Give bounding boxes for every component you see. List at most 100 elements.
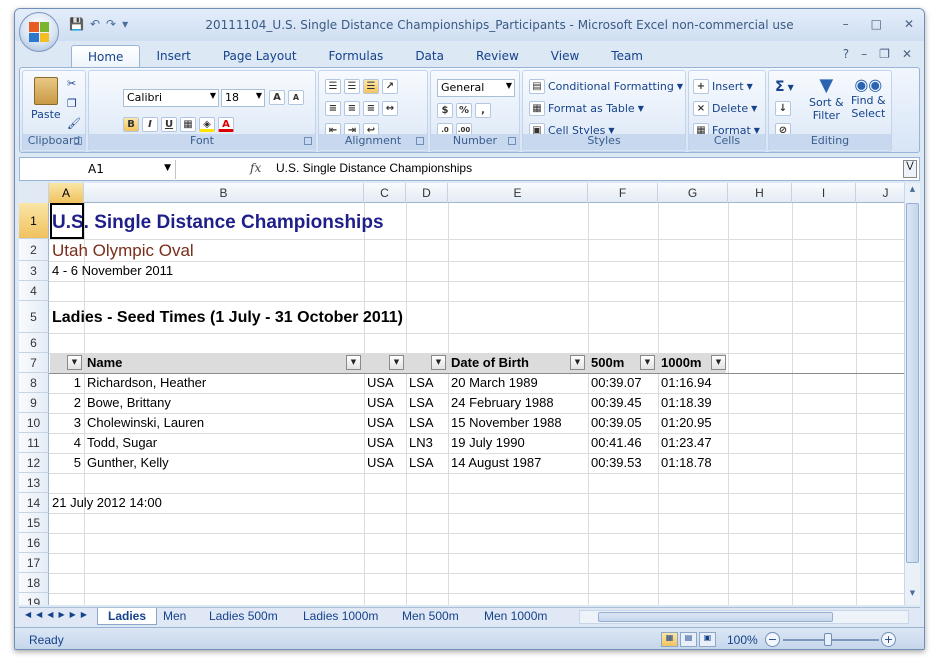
currency-button[interactable]: $ xyxy=(437,103,453,118)
filter-dropdown-icon[interactable]: ▼ xyxy=(67,355,82,370)
sheet-tab-ladies-1000m[interactable]: Ladies 1000m xyxy=(293,608,388,625)
table-cell-500m[interactable]: 00:39.53 xyxy=(591,453,642,473)
sheet-tab-ladies-500m[interactable]: Ladies 500m xyxy=(199,608,288,625)
horizontal-scrollbar[interactable] xyxy=(579,610,909,624)
row-header[interactable]: 19 xyxy=(19,593,49,605)
zoom-slider-handle[interactable] xyxy=(824,633,832,646)
table-cell-name[interactable]: Cholewinski, Lauren xyxy=(87,413,204,433)
filter-dropdown-icon[interactable]: ▼ xyxy=(711,355,726,370)
paste-button[interactable]: Paste xyxy=(31,77,61,121)
formula-input[interactable]: U.S. Single Distance Championships xyxy=(276,161,472,175)
grow-font-icon[interactable]: A xyxy=(269,90,285,105)
row-header[interactable]: 14 xyxy=(19,493,49,513)
table-cell-500m[interactable]: 00:39.07 xyxy=(591,373,642,393)
copy-icon[interactable]: ❐ xyxy=(67,97,77,110)
table-cell-500m[interactable]: 00:39.45 xyxy=(591,393,642,413)
col-header-b[interactable]: B xyxy=(84,183,364,203)
col-header-g[interactable]: G xyxy=(658,183,728,203)
table-cell-dob[interactable]: 14 August 1987 xyxy=(451,453,541,473)
table-cell-country[interactable]: USA xyxy=(367,373,394,393)
table-cell-club[interactable]: LN3 xyxy=(409,433,433,453)
venue-text[interactable]: Utah Olympic Oval xyxy=(52,240,194,262)
col-header-a[interactable]: A xyxy=(49,183,84,203)
tab-page-layout[interactable]: Page Layout xyxy=(207,45,313,67)
row-header[interactable]: 8 xyxy=(19,373,49,393)
timestamp-text[interactable]: 21 July 2012 14:00 xyxy=(52,493,162,513)
row-header[interactable]: 9 xyxy=(19,393,49,413)
expand-formula-bar-icon[interactable]: ⋁ xyxy=(903,160,917,178)
table-cell-country[interactable]: USA xyxy=(367,393,394,413)
font-color-icon[interactable]: A xyxy=(218,117,234,132)
name-box[interactable]: A1 ▼ xyxy=(24,160,176,179)
zoom-in-icon[interactable]: + xyxy=(881,632,896,647)
row-header[interactable]: 6 xyxy=(19,333,49,353)
table-cell-dob[interactable]: 24 February 1988 xyxy=(451,393,554,413)
row-header[interactable]: 17 xyxy=(19,553,49,573)
table-cell-num[interactable]: 4 xyxy=(50,433,81,453)
scroll-up-icon[interactable]: ▲ xyxy=(905,185,920,199)
table-cell-club[interactable]: LSA xyxy=(409,373,434,393)
dates-text[interactable]: 4 - 6 November 2011 xyxy=(52,261,173,281)
shrink-font-icon[interactable]: A xyxy=(288,90,304,105)
row-header[interactable]: 5 xyxy=(19,301,49,333)
sheet-navigation-icons[interactable]: ◀◀◀▶▶▶ xyxy=(25,610,92,619)
row-header[interactable]: 16 xyxy=(19,533,49,553)
conditional-formatting-button[interactable]: ▤ Conditional Formatting ▼ xyxy=(529,79,683,94)
filter-dropdown-icon[interactable]: ▼ xyxy=(431,355,446,370)
sort-filter-button[interactable]: ▼ Sort & Filter xyxy=(809,75,844,122)
row-header[interactable]: 10 xyxy=(19,413,49,433)
table-cell-1000m[interactable]: 01:20.95 xyxy=(661,413,712,433)
table-cell-num[interactable]: 1 xyxy=(50,373,81,393)
row-header[interactable]: 3 xyxy=(19,261,49,281)
align-bottom-icon[interactable]: ☰ xyxy=(363,79,379,94)
sheet-tab-men-1000m[interactable]: Men 1000m xyxy=(474,608,557,625)
table-cell-1000m[interactable]: 01:18.78 xyxy=(661,453,712,473)
tab-review[interactable]: Review xyxy=(460,45,535,67)
workbook-close-icon[interactable]: ✕ xyxy=(902,47,912,61)
zoom-level[interactable]: 100% xyxy=(727,633,758,647)
dialog-launcher-icon[interactable] xyxy=(416,137,424,145)
borders-icon[interactable]: ▦ xyxy=(180,117,196,132)
table-cell-country[interactable]: USA xyxy=(367,413,394,433)
autosum-button[interactable]: Σ ▼ xyxy=(775,79,794,95)
fill-color-icon[interactable]: ◈ xyxy=(199,117,215,132)
page-layout-view-icon[interactable]: ▤ xyxy=(680,632,697,647)
header-1000m[interactable]: 1000m xyxy=(661,353,701,373)
row-header[interactable]: 15 xyxy=(19,513,49,533)
row-header[interactable]: 1 xyxy=(19,203,49,239)
col-header-e[interactable]: E xyxy=(448,183,588,203)
workbook-restore-icon[interactable]: ❐ xyxy=(879,47,890,61)
dialog-launcher-icon[interactable] xyxy=(508,137,516,145)
fill-button[interactable]: ↓ xyxy=(775,101,791,116)
workbook-minimize-icon[interactable]: – xyxy=(861,47,867,61)
table-cell-500m[interactable]: 00:41.46 xyxy=(591,433,642,453)
filter-dropdown-icon[interactable]: ▼ xyxy=(570,355,585,370)
header-500m[interactable]: 500m xyxy=(591,353,624,373)
filter-dropdown-icon[interactable]: ▼ xyxy=(389,355,404,370)
format-painter-icon[interactable]: 🖌 xyxy=(67,117,81,130)
sheet-tab-men-500m[interactable]: Men 500m xyxy=(392,608,469,625)
table-cell-country[interactable]: USA xyxy=(367,453,394,473)
table-cell-club[interactable]: LSA xyxy=(409,413,434,433)
vertical-scrollbar[interactable]: ▲ ▼ xyxy=(904,183,920,605)
row-header[interactable]: 12 xyxy=(19,453,49,473)
table-cell-1000m[interactable]: 01:23.47 xyxy=(661,433,712,453)
col-header-j[interactable]: J xyxy=(856,183,904,203)
tab-formulas[interactable]: Formulas xyxy=(313,45,400,67)
filter-dropdown-icon[interactable]: ▼ xyxy=(346,355,361,370)
row-header[interactable]: 13 xyxy=(19,473,49,493)
table-cell-500m[interactable]: 00:39.05 xyxy=(591,413,642,433)
scroll-down-icon[interactable]: ▼ xyxy=(905,589,920,603)
table-cell-dob[interactable]: 15 November 1988 xyxy=(451,413,562,433)
col-header-c[interactable]: C xyxy=(364,183,406,203)
tab-insert[interactable]: Insert xyxy=(140,45,206,67)
scroll-thumb[interactable] xyxy=(598,612,833,622)
normal-view-icon[interactable]: ▦ xyxy=(661,632,678,647)
tab-view[interactable]: View xyxy=(535,45,595,67)
tab-team[interactable]: Team xyxy=(595,45,659,67)
align-left-icon[interactable]: ≡ xyxy=(325,101,341,116)
number-format-box[interactable]: General ▼ xyxy=(437,79,515,97)
minimize-button[interactable]: – xyxy=(843,17,849,31)
col-header-d[interactable]: D xyxy=(406,183,448,203)
row-header[interactable]: 18 xyxy=(19,573,49,593)
